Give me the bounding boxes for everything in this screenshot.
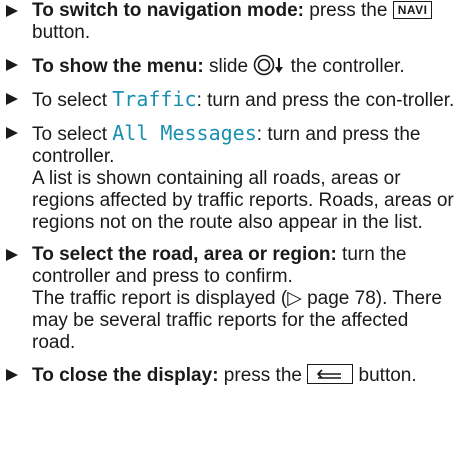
step-text: : turn and press the con-troller. — [196, 90, 455, 111]
step-text: the controller. — [285, 56, 405, 77]
step-arrow-icon — [6, 5, 18, 17]
step-heading: To switch to navigation mode: — [32, 0, 304, 21]
navi-key-label: NAVI — [392, 1, 433, 19]
step-text: press the — [218, 365, 308, 386]
step-text: button. — [353, 365, 417, 386]
step-arrow-icon — [6, 249, 18, 261]
step-text: To select — [32, 90, 113, 111]
step-heading: To close the display: — [32, 365, 219, 386]
step-arrow-icon — [6, 59, 18, 71]
step-text: press the — [303, 0, 393, 21]
step-arrow-icon — [6, 127, 18, 139]
menu-item-all-messages: All Messages — [112, 121, 257, 145]
step-description: A list is shown containing all roads, ar… — [32, 168, 454, 233]
step-select-road: To select the road, area or region: turn… — [6, 244, 456, 354]
back-button-icon — [307, 364, 354, 384]
step-description: The traffic report is displayed (▷ page … — [32, 288, 442, 353]
step-arrow-icon — [6, 93, 18, 105]
step-text: button. — [32, 22, 91, 43]
step-arrow-icon — [6, 369, 18, 381]
instruction-page: To switch to navigation mode: press the … — [0, 0, 462, 465]
step-select-traffic: To select Traffic: turn and press the co… — [6, 88, 456, 112]
step-heading: To show the menu: — [32, 56, 204, 77]
step-text: slide — [203, 56, 254, 77]
step-select-all-messages: To select All Messages: turn and press t… — [6, 122, 456, 234]
controller-slide-down-icon — [254, 54, 284, 76]
step-heading: To select the road, area or region: — [32, 244, 337, 265]
menu-item-traffic: Traffic — [112, 87, 197, 111]
step-show-menu: To show the menu: slide the controller. — [6, 54, 456, 78]
step-close-display: To close the display: press the button. — [6, 364, 456, 387]
step-text: To select — [32, 124, 113, 145]
step-switch-navigation: To switch to navigation mode: press the … — [6, 0, 456, 44]
